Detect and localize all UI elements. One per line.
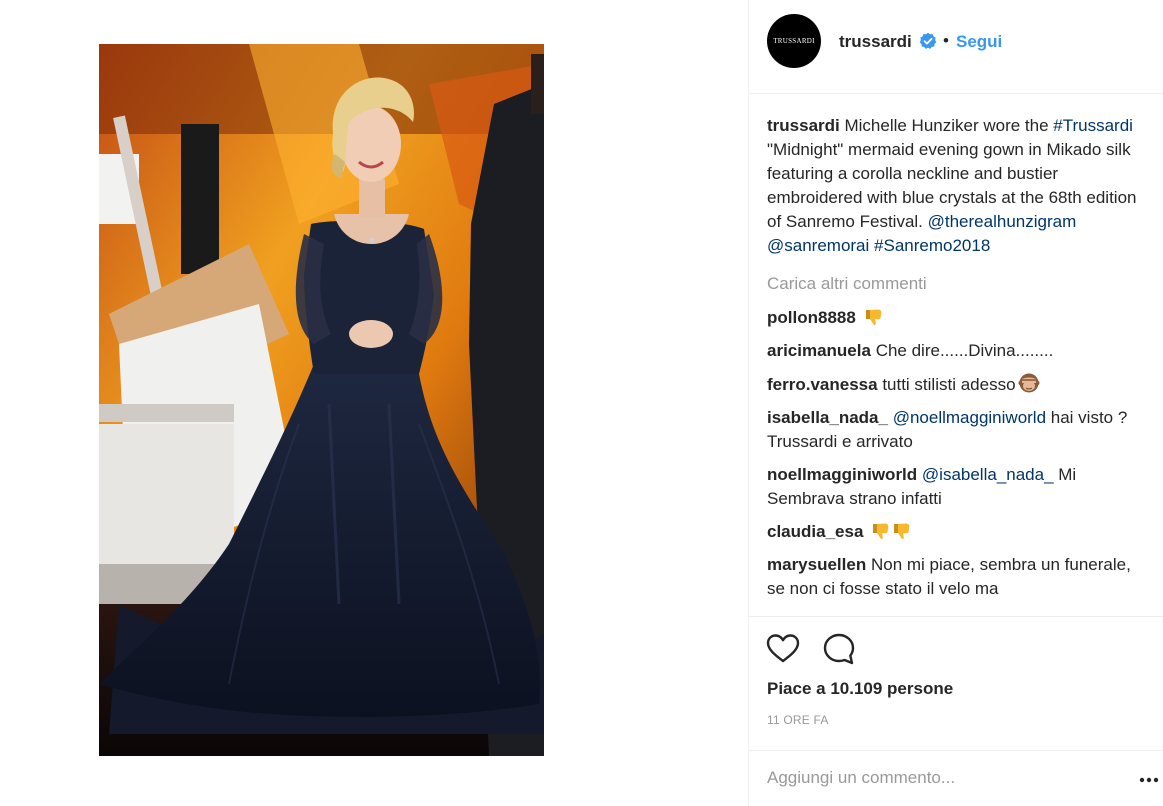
post-side-panel: TRUSSARDI trussardi • Segui trussardi Mi… [748,0,1163,806]
comment-username[interactable]: marysuellen [767,555,866,574]
mention-link[interactable]: @isabella_nada_ [922,465,1054,484]
post-timestamp: 11 ORE FA [767,713,829,727]
mention-link[interactable]: @sanremorai [767,236,869,255]
mention-link[interactable]: @therealhunzigram [928,212,1077,231]
comment-bubble-icon[interactable] [821,631,857,667]
comment-username[interactable]: aricimanuela [767,341,871,360]
see-no-evil-monkey-emoji [1018,373,1040,393]
header-username[interactable]: trussardi [839,32,912,52]
post-image [99,44,544,756]
verified-badge-icon [919,32,937,49]
comment-text: Che dire......Divina........ [875,341,1054,360]
post-photo[interactable] [99,44,544,756]
comment-item: marysuellen Non mi piace, sembra un fune… [767,553,1147,601]
post-header: TRUSSARDI trussardi • Segui [749,0,1163,94]
heart-icon[interactable] [765,631,801,667]
thumbs-down-emoji [865,309,881,326]
avatar-logo-text: TRUSSARDI [773,37,815,45]
caption-username[interactable]: trussardi [767,116,840,135]
hashtag-link[interactable]: #Sanremo2018 [874,236,990,255]
mention-link[interactable]: @noellmagginiworld [893,408,1046,427]
add-comment-section [749,750,1163,806]
load-more-comments-button[interactable]: Carica altri commenti [767,272,1147,296]
post-caption: trussardi Michelle Hunziker wore the #Tr… [767,114,1147,258]
likes-count[interactable]: Piace a 10.109 persone [767,679,953,699]
comment-username[interactable]: ferro.vanessa [767,375,878,394]
comment-username[interactable]: pollon8888 [767,308,856,327]
caption-text: Michelle Hunziker wore the [839,116,1054,135]
comment-username[interactable]: claudia_esa [767,522,863,541]
comments-list[interactable]: trussardi Michelle Hunziker wore the #Tr… [767,114,1147,614]
more-options-icon[interactable] [1139,777,1159,783]
comment-username[interactable]: isabella_nada_ [767,408,888,427]
hashtag-link[interactable]: #Trussardi [1053,116,1133,135]
thumbs-down-emoji [894,523,910,540]
thumbs-down-emoji [873,523,889,540]
media-area [0,0,748,806]
comment-item: aricimanuela Che dire......Divina.......… [767,339,1147,363]
follow-button[interactable]: Segui [956,32,1002,52]
avatar[interactable]: TRUSSARDI [767,14,821,68]
add-comment-input[interactable] [767,765,1107,791]
comment-item: noellmagginiworld @isabella_nada_ Mi Sem… [767,463,1147,511]
header-separator: • [943,31,949,50]
comment-item: ferro.vanessa tutti stilisti adesso [767,372,1147,397]
comment-text: tutti stilisti adesso [882,375,1016,394]
comment-item: claudia_esa [767,520,1147,544]
comment-item: isabella_nada_ @noellmagginiworld hai vi… [767,406,1147,454]
post-actions: Piace a 10.109 persone 11 ORE FA [749,616,1163,766]
comment-item: pollon8888 [767,306,1147,330]
comment-username[interactable]: noellmagginiworld [767,465,917,484]
